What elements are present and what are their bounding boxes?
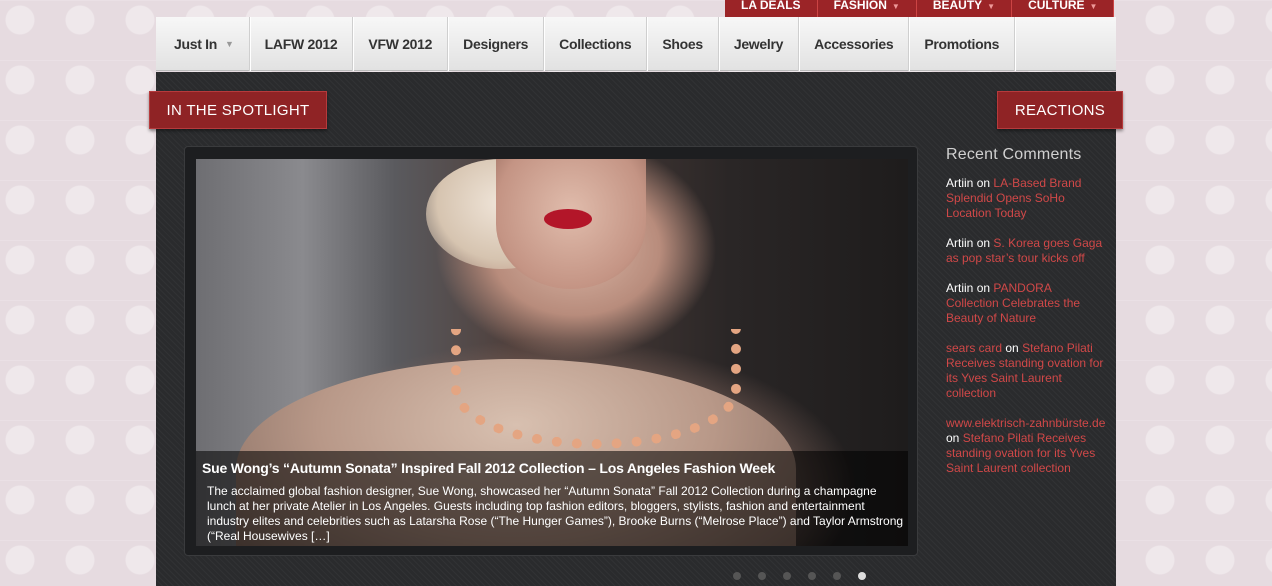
slide-image[interactable]: Sue Wong’s “Autumn Sonata” Inspired Fall…: [196, 159, 908, 546]
comment-author: Artiin: [946, 176, 974, 190]
top-category-tabs: LA Deals Fashion ▼ Beauty ▼ Culture ▼: [725, 0, 1115, 17]
chevron-down-icon: ▼: [987, 2, 996, 11]
top-tab-la-deals[interactable]: LA Deals: [725, 0, 818, 17]
spotlight-heading: IN THE SPOTLIGHT: [149, 91, 327, 129]
slide-excerpt: The acclaimed global fashion designer, S…: [207, 484, 904, 543]
nav-item-lafw-2012[interactable]: LAFW 2012: [250, 17, 354, 71]
slider-dot[interactable]: [783, 572, 791, 580]
recent-comments-widget: Recent Comments Artiin on LA-Based Brand…: [946, 146, 1106, 491]
slide-title-link[interactable]: Sue Wong’s “Autumn Sonata” Inspired Fall…: [202, 460, 902, 476]
comment-on-text: on: [946, 431, 960, 445]
top-tab-label: LA Deals: [741, 0, 801, 12]
slide-photo-lips: [544, 209, 592, 229]
comment-author-link[interactable]: sears card: [946, 341, 1002, 355]
main-nav: Just In ▼ LAFW 2012 VFW 2012 Designers C…: [156, 17, 1116, 71]
nav-item-just-in[interactable]: Just In ▼: [156, 17, 250, 71]
chevron-down-icon: ▼: [891, 2, 900, 11]
list-item: Artiin on S. Korea goes Gaga as pop star…: [946, 236, 1106, 266]
comment-post-link[interactable]: Stefano Pilati Receives standing ovation…: [946, 431, 1095, 475]
slide-photo-necklace: [451, 329, 741, 449]
top-tab-label: Culture: [1028, 0, 1085, 12]
comment-on-text: on: [976, 236, 991, 250]
slide-caption: Sue Wong’s “Autumn Sonata” Inspired Fall…: [196, 451, 908, 546]
list-item: Artiin on PANDORA Collection Celebrates …: [946, 281, 1106, 326]
slider-dot[interactable]: [808, 572, 816, 580]
nav-item-label: Designers: [463, 36, 529, 52]
comment-on-text: on: [976, 281, 991, 295]
nav-item-designers[interactable]: Designers: [448, 17, 545, 71]
featured-slider: Sue Wong’s “Autumn Sonata” Inspired Fall…: [184, 146, 918, 556]
nav-item-label: Collections: [559, 36, 632, 52]
reactions-heading: REACTIONS: [997, 91, 1123, 129]
nav-item-label: VFW 2012: [368, 36, 433, 52]
slider-dot[interactable]: [833, 572, 841, 580]
comment-author-link[interactable]: www.elektrisch-zahnbürste.de: [946, 416, 1105, 430]
nav-item-shoes[interactable]: Shoes: [647, 17, 719, 71]
top-tab-culture[interactable]: Culture ▼: [1012, 0, 1115, 17]
comment-on-text: on: [976, 176, 991, 190]
top-tab-label: Fashion: [833, 0, 887, 12]
slider-dot[interactable]: [758, 572, 766, 580]
chevron-down-icon: ▼: [1089, 2, 1098, 11]
nav-item-accessories[interactable]: Accessories: [799, 17, 910, 71]
nav-item-label: LAFW 2012: [264, 36, 338, 52]
top-tab-fashion[interactable]: Fashion ▼: [817, 0, 917, 17]
slider-dot-active[interactable]: [858, 572, 866, 580]
comment-author: Artiin: [946, 236, 974, 250]
nav-item-label: Just In: [174, 36, 218, 52]
nav-item-vfw-2012[interactable]: VFW 2012: [353, 17, 449, 71]
nav-item-collections[interactable]: Collections: [544, 17, 648, 71]
top-tab-beauty[interactable]: Beauty ▼: [916, 0, 1013, 17]
nav-item-label: Accessories: [814, 36, 894, 52]
nav-item-label: Shoes: [662, 36, 703, 52]
comment-on-text: on: [1005, 341, 1019, 355]
list-item: sears card on Stefano Pilati Receives st…: [946, 341, 1106, 401]
recent-comments-heading: Recent Comments: [946, 146, 1082, 163]
nav-item-promotions[interactable]: Promotions: [909, 17, 1016, 71]
comment-author: Artiin: [946, 281, 974, 295]
nav-item-label: Promotions: [924, 36, 1000, 52]
nav-item-label: Jewelry: [733, 36, 784, 52]
top-tab-label: Beauty: [932, 0, 983, 12]
list-item: Artiin on LA-Based Brand Splendid Opens …: [946, 176, 1106, 221]
chevron-down-icon: ▼: [225, 39, 234, 49]
slider-dot[interactable]: [733, 572, 741, 580]
slider-pagination: [733, 572, 866, 580]
nav-item-jewelry[interactable]: Jewelry: [719, 17, 800, 71]
list-item: www.elektrisch-zahnbürste.de on Stefano …: [946, 416, 1106, 476]
